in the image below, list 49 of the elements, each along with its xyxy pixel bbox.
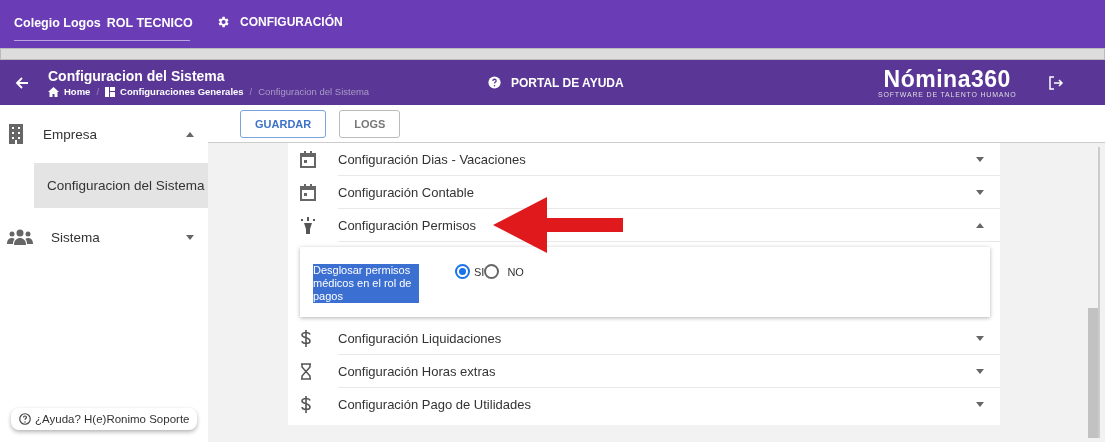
lightbulb-icon [300,217,316,234]
section-header[interactable]: Configuración Pago de Utilidades [338,388,1000,421]
logs-button[interactable]: LOGS [339,109,401,138]
caret-icon[interactable] [976,335,984,341]
people-icon [7,229,33,245]
help-portal-link[interactable]: PORTAL DE AYUDA [488,75,878,90]
help-button[interactable]: ¿Ayuda? H(e)Ronimo Soporte [11,408,198,430]
horizontal-scrollbar[interactable] [0,48,1105,60]
sidebar-subitem[interactable]: Configuracion del Sistema [34,163,208,208]
company-name: Colegio Logos [14,15,101,30]
section-header[interactable]: Configuración Horas extras [338,355,1000,388]
question-icon [488,76,501,89]
back-arrow-icon[interactable] [14,74,30,91]
breadcrumb-link[interactable]: Configuraciones Generales [105,86,244,97]
caret-icon[interactable] [976,156,984,162]
page-title: Configuracion del Sistema [48,68,226,84]
section-header[interactable]: Configuración Liquidaciones [338,322,1000,355]
sidebar-item[interactable]: Sistema [0,208,208,266]
grid-icon [105,86,116,97]
sidebar-item[interactable]: Empresa [0,105,208,163]
radio-option[interactable]: NO [484,264,524,279]
breadcrumb-link[interactable]: Configuracion del Sistema [258,86,370,97]
calendar-icon [300,184,316,201]
breadcrumb-link[interactable]: Home [48,86,91,97]
caret-icon[interactable] [976,189,984,195]
building-icon [7,124,25,144]
caret-icon[interactable] [186,234,194,240]
section-header[interactable]: Configuración Dias - Vacaciones [338,143,1000,176]
calendar-icon [300,151,316,168]
question-icon [19,413,31,425]
radio-icon[interactable] [484,264,500,279]
setting-label: Desglosar permisos médicos en el rol de pagos [313,264,419,303]
hourglass-icon [300,363,312,380]
save-button[interactable]: GUARDAR [240,109,327,138]
dollar-icon [300,396,312,413]
breadcrumb-separator: / [96,86,100,97]
home-icon [48,86,59,97]
breadcrumb-separator: / [249,86,253,97]
caret-icon[interactable] [976,402,984,407]
gear-icon [216,15,230,29]
radio-option[interactable]: SI [455,264,485,279]
dollar-icon [300,330,312,347]
caret-icon[interactable] [976,222,984,228]
logout-icon[interactable] [1048,74,1065,91]
radio-icon[interactable] [455,264,470,279]
caret-icon[interactable] [976,368,984,374]
role-label: ROL TECNICO [106,15,193,30]
caret-icon[interactable] [186,131,194,137]
configuration-link[interactable]: CONFIGURACIÓN [216,15,343,33]
